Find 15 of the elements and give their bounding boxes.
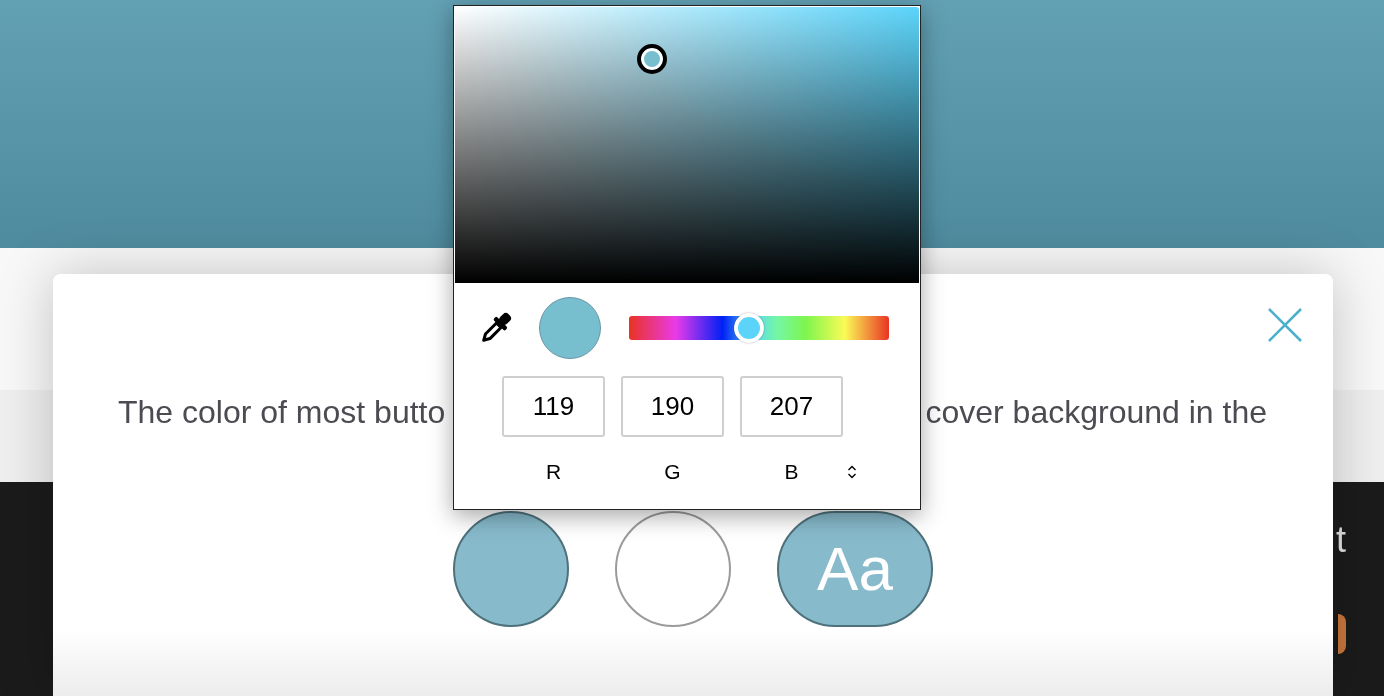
hue-slider-thumb[interactable] (733, 313, 764, 343)
description-text: cover background in the (925, 393, 1267, 431)
hue-slider[interactable] (629, 313, 889, 343)
eyedropper-icon[interactable] (480, 312, 512, 344)
channel-value-field[interactable]: 119 (502, 376, 605, 437)
channel-value-field[interactable]: 190 (621, 376, 724, 437)
channel-label: R (544, 460, 563, 484)
up-down-chevron-icon[interactable] (847, 464, 857, 480)
description-text: The color of most butto (118, 393, 446, 431)
saturation-brightness-area[interactable] (455, 7, 919, 283)
channel-value-field[interactable]: 207 (740, 376, 843, 437)
color-area-thumb[interactable] (637, 43, 668, 74)
channel-label: B (783, 460, 800, 484)
channel-label: G (663, 460, 682, 484)
heading-fragment: t (1336, 520, 1346, 560)
